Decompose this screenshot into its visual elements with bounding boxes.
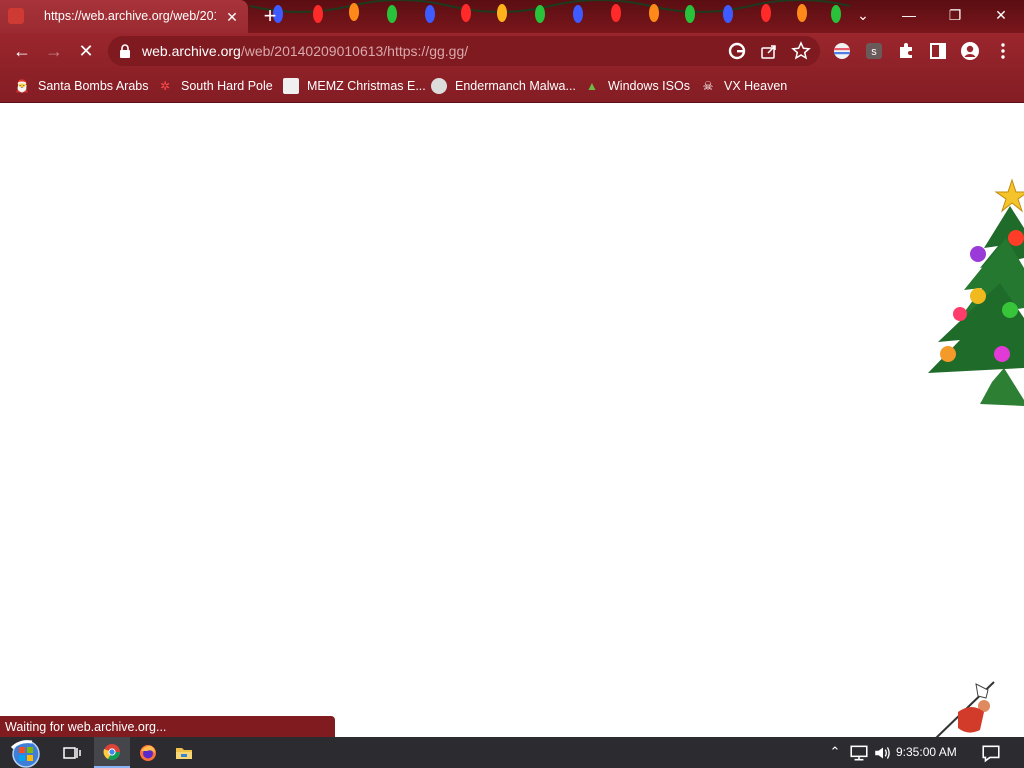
- page-icon: [283, 78, 299, 94]
- bookmark-memz-christmas[interactable]: MEMZ Christmas E...: [283, 76, 426, 96]
- action-center-icon[interactable]: [981, 743, 1001, 763]
- extension-flag-icon[interactable]: [832, 41, 852, 61]
- tab-title: https://web.archive.org/web/2014: [44, 9, 216, 23]
- snowflake-icon: ✲: [159, 79, 171, 93]
- task-view-button[interactable]: [54, 737, 90, 768]
- chrome-menu-icon[interactable]: [993, 41, 1013, 61]
- bookmark-south-hard-pole[interactable]: ✲ South Hard Pole: [157, 76, 273, 96]
- tab-close-icon[interactable]: ✕: [224, 9, 240, 25]
- network-icon[interactable]: [849, 743, 869, 763]
- bookmark-label: South Hard Pole: [181, 79, 273, 93]
- bookmark-label: Endermanch Malwa...: [455, 79, 576, 93]
- bookmark-label: Windows ISOs: [608, 79, 690, 93]
- extension-s-icon[interactable]: s: [864, 41, 884, 61]
- chrome-icon: [103, 743, 120, 760]
- bookmark-santa-bombs-arabs[interactable]: 🎅 Santa Bombs Arabs: [14, 76, 149, 96]
- back-button[interactable]: ←: [8, 37, 36, 65]
- file-explorer-icon: [176, 747, 192, 759]
- volume-icon[interactable]: [873, 743, 893, 763]
- taskbar-clock[interactable]: 9:35:00 AM: [896, 745, 957, 759]
- svg-text:s: s: [871, 46, 877, 58]
- url-text: web.archive.org/web/20140209010613/https…: [142, 43, 468, 59]
- profile-avatar-icon[interactable]: [960, 41, 980, 61]
- firefox-icon: [140, 744, 156, 761]
- tree-icon: ▲: [586, 79, 598, 93]
- side-panel-icon[interactable]: [928, 41, 948, 61]
- stop-loading-button[interactable]: ✕: [72, 37, 100, 65]
- title-bar: https://web.archive.org/web/2014 ✕ + ⌄ —…: [0, 0, 1024, 33]
- bookmark-star-icon[interactable]: [791, 41, 811, 61]
- bookmark-windows-isos[interactable]: ▲ Windows ISOs: [584, 76, 690, 96]
- google-lens-icon[interactable]: [727, 41, 747, 61]
- browser-toolbar: ← → ✕ web.archive.org/web/20140209010613…: [0, 33, 1024, 70]
- url-host: web.archive.org: [142, 43, 241, 59]
- minimize-button[interactable]: —: [889, 0, 929, 30]
- status-bubble: Waiting for web.archive.org...: [0, 716, 335, 738]
- taskbar-explorer-button[interactable]: [166, 737, 202, 768]
- santa-icon: 🎅: [14, 79, 30, 93]
- bookmark-label: Santa Bombs Arabs: [38, 79, 149, 93]
- extensions-puzzle-icon[interactable]: [896, 41, 916, 61]
- task-view-icon: [63, 746, 81, 759]
- taskbar-firefox-button[interactable]: [130, 737, 166, 768]
- close-window-button[interactable]: ✕: [981, 0, 1021, 30]
- start-orb-icon[interactable]: [6, 738, 46, 768]
- new-tab-button[interactable]: +: [260, 5, 280, 27]
- restore-button[interactable]: ❐: [935, 0, 975, 30]
- christmas-tree-decoration: [928, 178, 1024, 406]
- skull-icon: ☠: [702, 79, 714, 93]
- bookmark-vx-heaven[interactable]: ☠ VX Heaven: [700, 76, 788, 96]
- url-path: /web/20140209010613/https://gg.gg/: [240, 43, 469, 59]
- address-bar[interactable]: web.archive.org/web/20140209010613/https…: [108, 36, 820, 66]
- bookmark-endermanch-malware[interactable]: Endermanch Malwa...: [431, 76, 576, 96]
- tab-active[interactable]: https://web.archive.org/web/2014 ✕: [0, 0, 248, 33]
- skiing-figure-decoration: [933, 681, 995, 740]
- lock-icon: [120, 44, 130, 58]
- show-hidden-icons-icon[interactable]: ⌃: [825, 742, 845, 762]
- page-content: [0, 103, 1024, 740]
- bookmark-label: MEMZ Christmas E...: [307, 79, 426, 93]
- bookmark-label: VX Heaven: [724, 79, 788, 93]
- bookmarks-bar: 🎅 Santa Bombs Arabs ✲ South Hard Pole ME…: [0, 70, 1024, 103]
- forward-button[interactable]: →: [40, 37, 68, 65]
- share-icon[interactable]: [759, 41, 779, 61]
- windows-taskbar: ⌃ 9:35:00 AM: [0, 737, 1024, 768]
- archive-favicon-icon: [8, 8, 24, 24]
- tab-search-button[interactable]: ⌄: [843, 0, 883, 30]
- taskbar-chrome-button[interactable]: [94, 737, 130, 768]
- raccoon-icon: [431, 78, 447, 94]
